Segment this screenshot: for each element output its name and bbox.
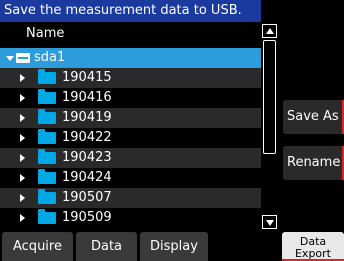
arrow-down-icon — [266, 220, 274, 226]
folder-icon — [38, 189, 56, 204]
tree-item-folder[interactable]: 190507 — [0, 188, 261, 208]
tab-display-label: Display — [150, 239, 198, 254]
chevron-right-icon[interactable] — [20, 154, 25, 162]
arrow-up-icon — [266, 28, 274, 34]
window-title: Save the measurement data to USB. — [0, 0, 261, 22]
tree-item-label: 190415 — [62, 70, 112, 85]
chevron-right-icon[interactable] — [20, 134, 25, 142]
tree-item-label: 190423 — [62, 150, 112, 165]
folder-icon — [38, 109, 56, 124]
tree-item-folder[interactable]: 190422 — [0, 128, 261, 148]
tab-acquire[interactable]: Acquire — [2, 232, 73, 261]
chevron-right-icon[interactable] — [20, 194, 25, 202]
vertical-scrollbar[interactable] — [262, 24, 277, 229]
chevron-right-icon[interactable] — [20, 214, 25, 222]
save-as-label: Save As — [287, 109, 339, 124]
tree-item-label: 190509 — [62, 210, 112, 225]
folder-icon — [38, 89, 56, 104]
tab-data-label: Data — [90, 239, 123, 254]
tree-item-label: 190416 — [62, 90, 112, 105]
tree-item-label: 190424 — [62, 170, 112, 185]
tree-item-label: 190422 — [62, 130, 112, 145]
chevron-right-icon[interactable] — [20, 74, 25, 82]
tree-item-folder[interactable]: 190416 — [0, 88, 261, 108]
folder-icon — [38, 129, 56, 144]
file-tree: sda1 190415 190416 190419 190422 190423 … — [0, 48, 261, 228]
usb-drive-icon — [16, 53, 30, 63]
chevron-right-icon[interactable] — [20, 174, 25, 182]
chevron-right-icon[interactable] — [20, 114, 25, 122]
chevron-right-icon[interactable] — [20, 94, 25, 102]
folder-icon — [38, 209, 56, 224]
tree-item-folder[interactable]: 190424 — [0, 168, 261, 188]
tab-data[interactable]: Data — [76, 232, 137, 261]
scroll-up-button[interactable] — [262, 24, 277, 38]
chevron-down-icon[interactable] — [6, 56, 14, 61]
bottom-tab-bar: Acquire Data Display Data Export — [0, 232, 344, 261]
folder-icon — [38, 69, 56, 84]
tree-item-label: 190507 — [62, 190, 112, 205]
rename-label: Rename — [287, 155, 341, 170]
save-as-button[interactable]: Save As — [283, 100, 344, 134]
tree-item-folder[interactable]: 190423 — [0, 148, 261, 168]
tree-item-folder[interactable]: 190419 — [0, 108, 261, 128]
tree-item-folder[interactable]: 190509 — [0, 208, 261, 228]
tab-acquire-label: Acquire — [13, 239, 62, 254]
folder-icon — [38, 149, 56, 164]
folder-icon — [38, 169, 56, 184]
name-column-header[interactable]: Name — [0, 24, 261, 44]
scroll-down-button[interactable] — [262, 215, 277, 229]
tree-item-folder[interactable]: 190415 — [0, 68, 261, 88]
scroll-thumb[interactable] — [263, 40, 276, 154]
tab-data-export[interactable]: Data Export — [282, 232, 344, 261]
tab-display[interactable]: Display — [140, 232, 208, 261]
tab-data-export-label: Data Export — [294, 235, 331, 260]
tree-item-root[interactable]: sda1 — [0, 48, 261, 68]
tree-item-label: sda1 — [34, 50, 66, 65]
tree-item-label: 190419 — [62, 110, 112, 125]
rename-button[interactable]: Rename — [283, 146, 344, 180]
